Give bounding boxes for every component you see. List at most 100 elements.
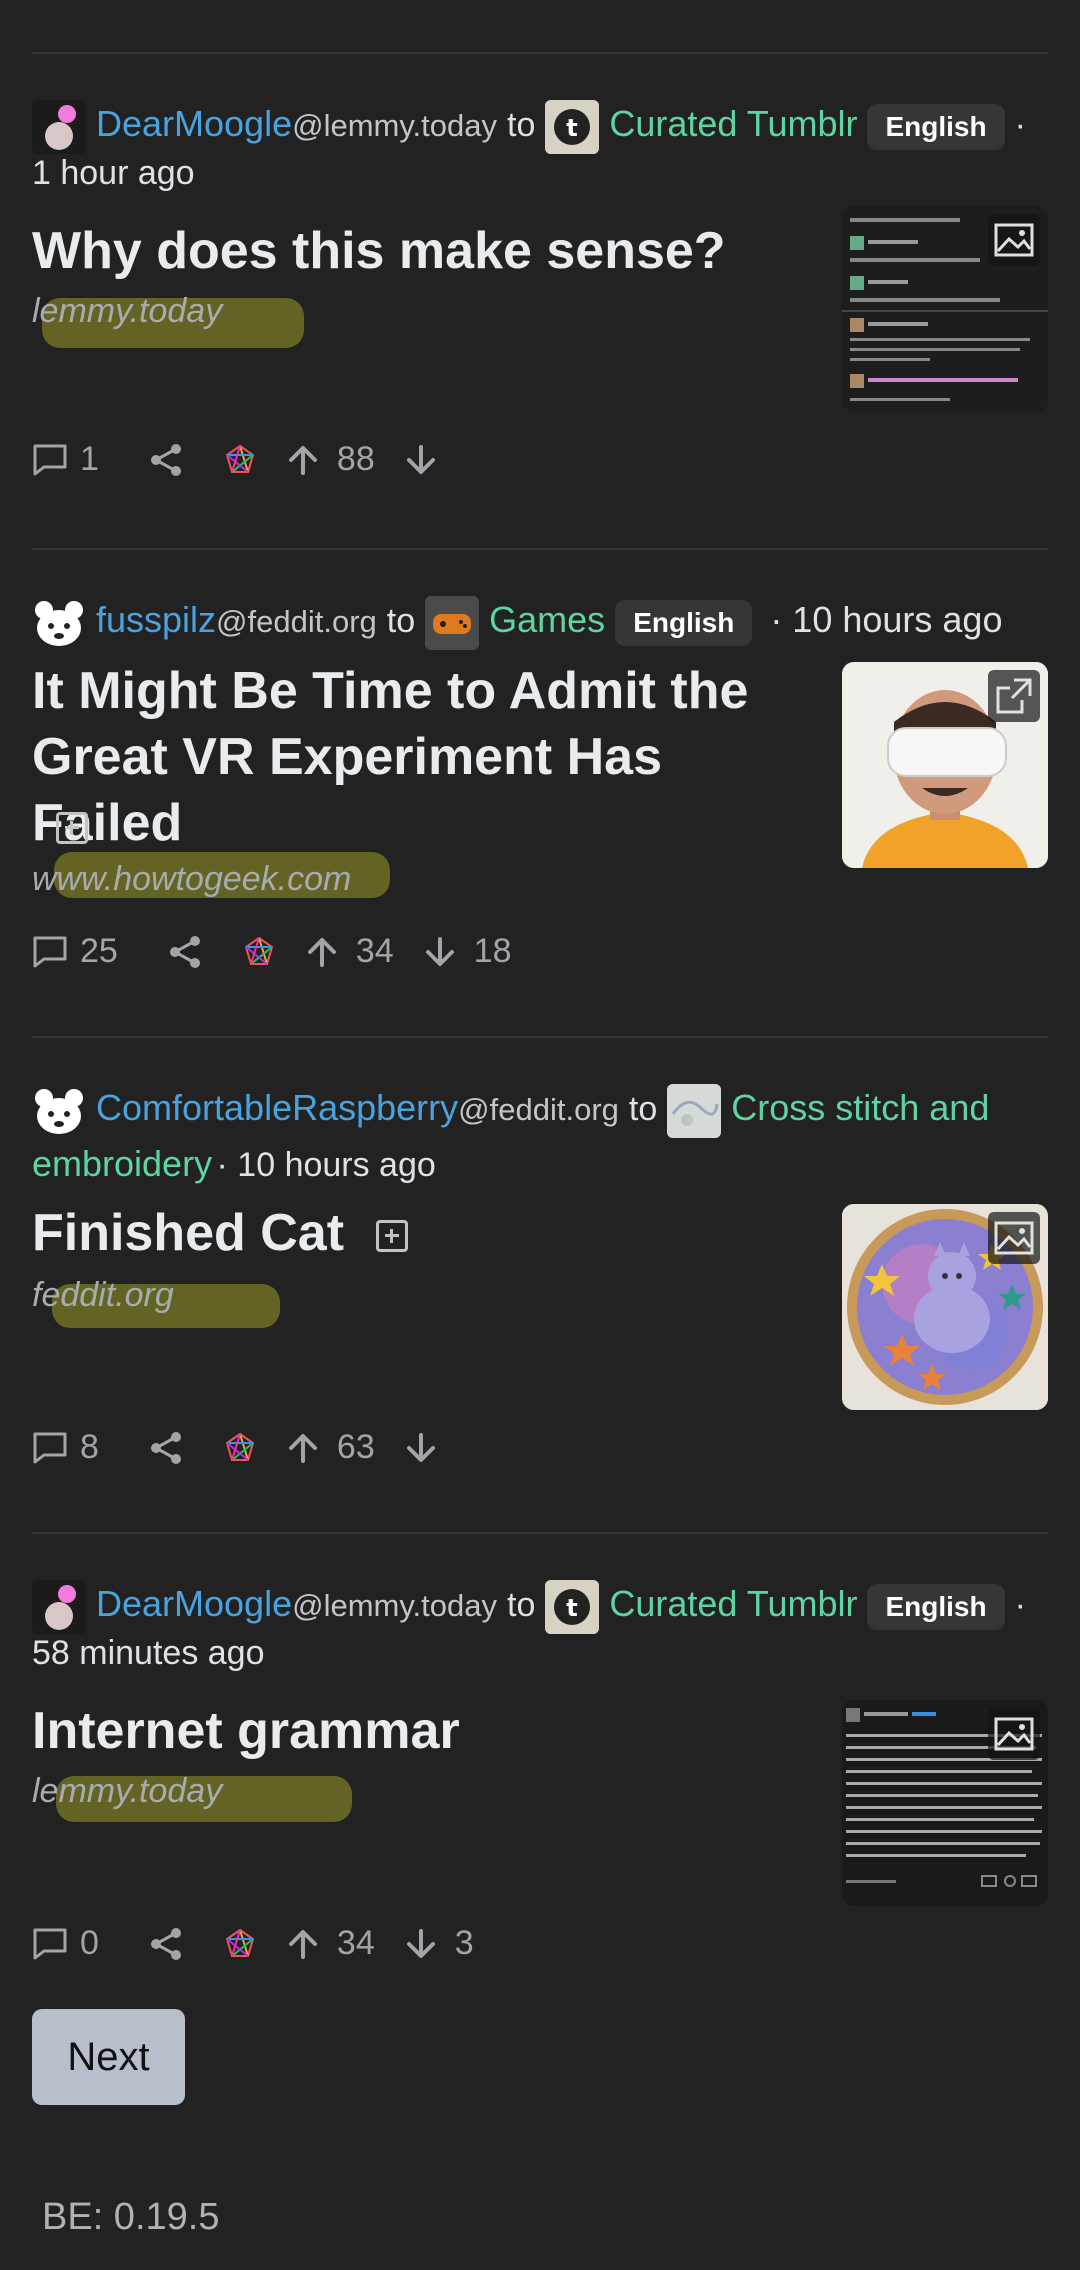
upvote-count: 34 [336,1924,375,1962]
post-user[interactable]: DearMoogle [96,103,292,144]
downvote-button[interactable]: 18 [424,932,511,971]
post-time: 58 minutes ago [32,1634,265,1672]
svg-text:t: t [567,114,578,142]
post-time: 1 hour ago [32,154,195,192]
fediverse-button[interactable] [223,1927,257,1961]
domain-text: lemmy.today [32,292,223,330]
user-avatar[interactable] [32,100,86,155]
downvote-button[interactable]: 3 [405,1924,474,1963]
upvote-button[interactable]: 34 [287,1924,375,1963]
post-community[interactable]: Games [489,599,605,640]
post-divider [32,548,1048,550]
comments-button[interactable]: 1 [32,440,99,479]
share-button[interactable] [149,1927,183,1961]
expand-icon[interactable] [56,812,88,844]
image-icon [988,1212,1040,1264]
post-thumbnail[interactable] [842,206,1048,412]
user-instance: @lemmy.today [292,1588,497,1623]
post-actions: 1 88 [32,440,485,479]
post-time: · 10 hours ago [216,1146,436,1184]
upvote-count: 63 [336,1428,375,1466]
fediverse-icon [223,1431,257,1465]
downvote-button[interactable] [405,1432,455,1464]
comment-icon [32,1431,68,1465]
comment-count: 25 [80,932,118,970]
post-divider [32,1036,1048,1038]
upvote-count: 34 [355,932,394,970]
fediverse-icon [223,443,257,477]
comments-button[interactable]: 8 [32,1428,99,1467]
post-community[interactable]: embroidery [32,1143,212,1184]
post-thumbnail[interactable] [842,1700,1048,1906]
post-domain[interactable]: lemmy.today [32,292,304,348]
backend-version: BE: 0.19.5 [42,2196,220,2238]
community-avatar[interactable] [425,596,480,651]
image-icon [988,214,1040,266]
downvote-icon [405,1928,437,1960]
user-instance: @feddit.org [216,604,377,639]
domain-text: lemmy.today [32,1772,223,1810]
share-button[interactable] [149,443,183,477]
comment-count: 1 [80,440,99,478]
comment-icon [32,443,68,477]
post-user[interactable]: fusspilz [96,599,216,640]
post-community[interactable]: Curated Tumblr [609,1583,857,1624]
comment-icon [32,935,68,969]
upvote-icon [306,936,338,968]
share-icon [149,1927,183,1961]
downvote-count: 3 [454,1924,474,1962]
user-avatar[interactable] [32,1084,86,1138]
post-title[interactable]: It Might Be Time to Admit the Great VR E… [32,658,822,856]
upvote-count: 88 [336,440,375,478]
to-label: to [386,602,416,640]
post-domain[interactable]: feddit.org [32,1276,280,1328]
post-community[interactable]: Cross stitch and [731,1087,989,1128]
comment-count: 8 [80,1428,99,1466]
user-instance: @feddit.org [458,1092,619,1127]
community-avatar[interactable]: t [545,100,600,155]
fediverse-button[interactable] [242,935,276,969]
post-title[interactable]: Finished Cat [32,1200,409,1266]
upvote-button[interactable]: 88 [287,440,375,479]
post-card: DearMoogle@lemmy.today to t Curated Tumbl… [32,96,1048,496]
post-title[interactable]: Internet grammar [32,1698,460,1764]
share-button[interactable] [149,1431,183,1465]
language-badge: English [867,104,1005,151]
user-instance: @lemmy.today [292,108,497,143]
downvote-icon [424,936,456,968]
post-community[interactable]: Curated Tumblr [609,103,857,144]
post-meta: ComfortableRaspberry@feddit.org to Cross … [32,1080,1048,1139]
post-user[interactable]: DearMoogle [96,1583,292,1624]
post-thumbnail[interactable] [842,662,1048,868]
community-avatar[interactable] [667,1084,722,1139]
language-badge: English [615,600,753,647]
comments-button[interactable]: 25 [32,932,118,971]
comments-button[interactable]: 0 [32,1924,99,1963]
domain-text: feddit.org [32,1276,174,1314]
user-avatar[interactable] [32,596,86,650]
next-page-button[interactable]: Next [32,2009,185,2105]
post-user[interactable]: ComfortableRaspberry [96,1087,458,1128]
separator-dot: · [1014,106,1026,144]
upvote-button[interactable]: 34 [306,932,394,971]
post-actions: 25 34 18 [32,932,541,971]
user-avatar[interactable] [32,1580,86,1635]
downvote-button[interactable] [405,444,455,476]
share-button[interactable] [168,935,202,969]
fediverse-icon [223,1927,257,1961]
upvote-button[interactable]: 63 [287,1428,375,1467]
fediverse-button[interactable] [223,1431,257,1465]
post-domain[interactable]: www.howtogeek.com [32,852,390,899]
share-icon [149,1431,183,1465]
post-title[interactable]: Why does this make sense? [32,218,726,284]
post-meta-line2: embroidery · 10 hours ago [32,1138,436,1198]
fediverse-button[interactable] [223,443,257,477]
post-thumbnail[interactable] [842,1204,1048,1410]
community-avatar[interactable]: t [545,1580,600,1635]
post-title-line: It Might Be Time to Admit the [32,662,749,720]
post-card: fusspilz@feddit.org to Games English · 10 h… [32,592,1048,992]
downvote-icon [405,444,437,476]
post-domain[interactable]: lemmy.today [32,1772,352,1822]
top-divider [32,52,1048,54]
expand-icon[interactable] [376,1220,409,1253]
